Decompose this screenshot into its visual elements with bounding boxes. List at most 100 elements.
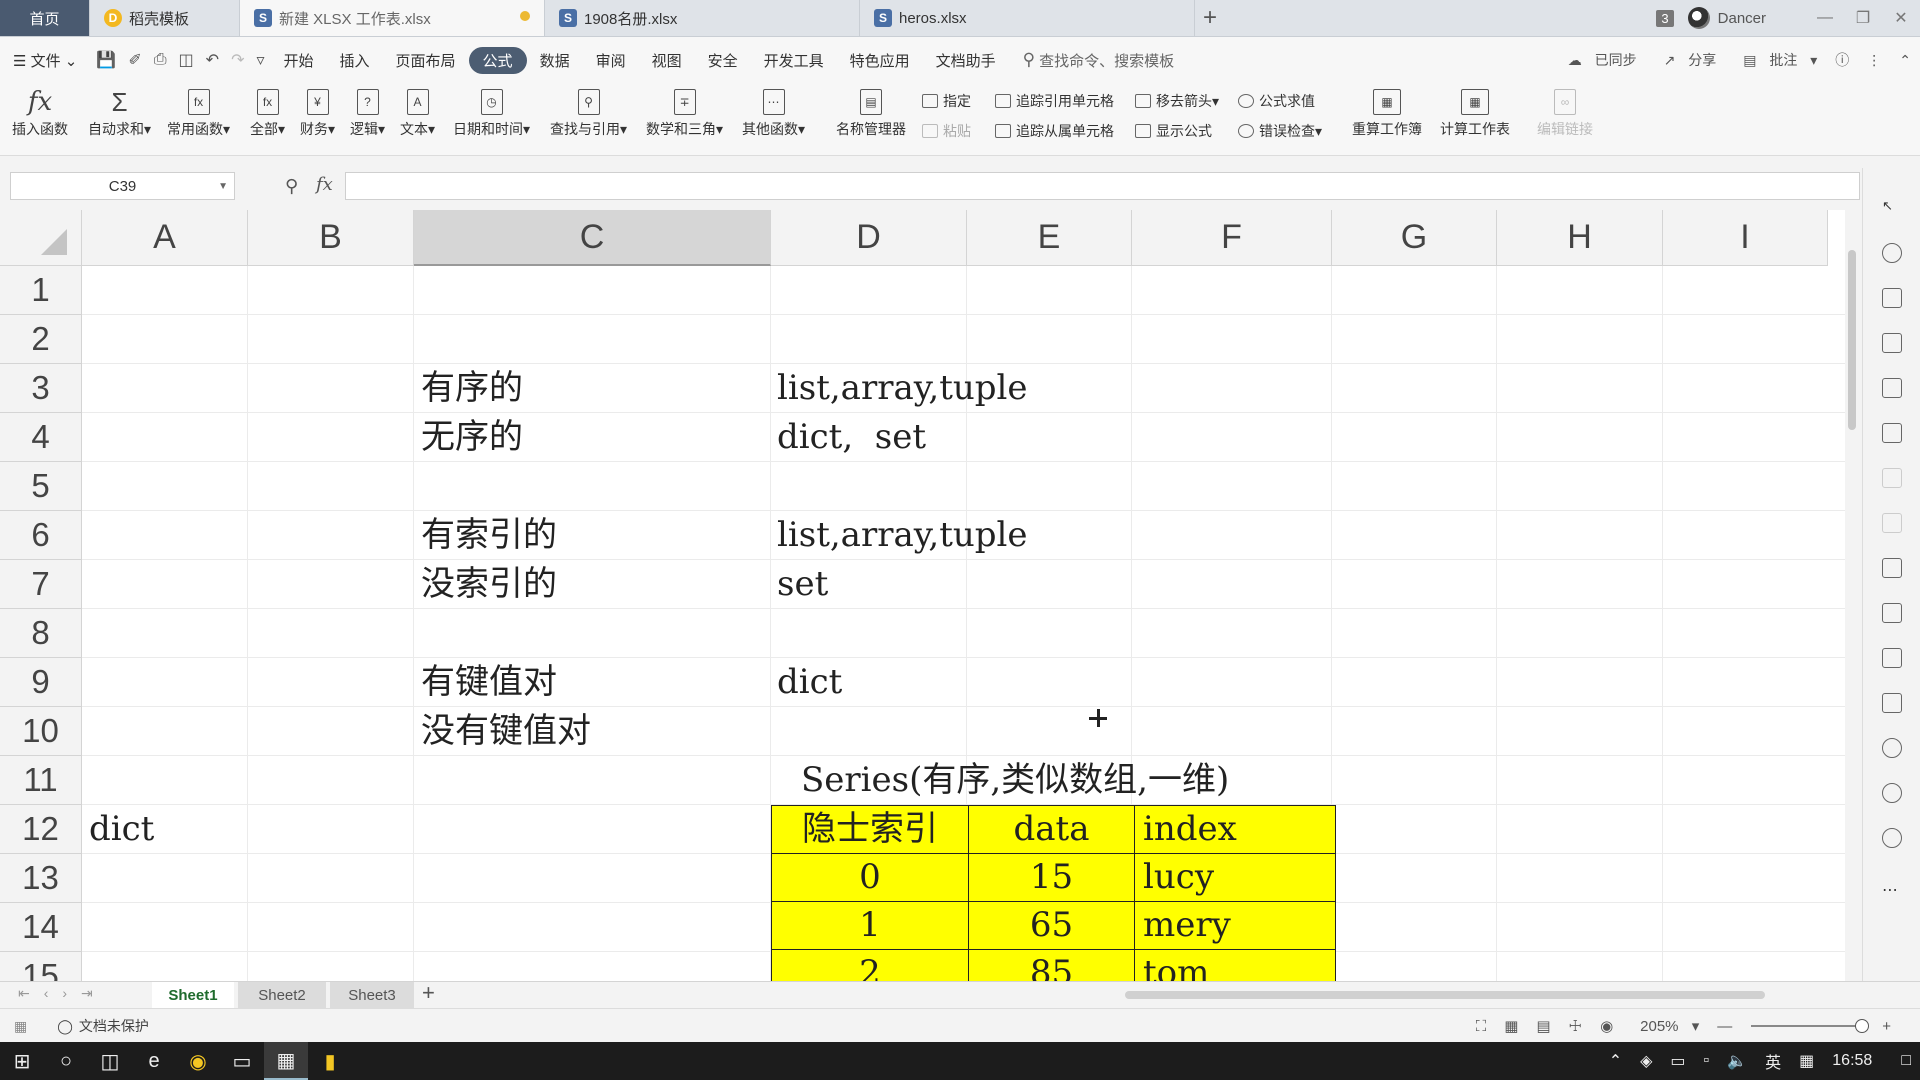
comment-button[interactable]: ▤ 批注 ▾ [1743,50,1817,70]
file-explorer-icon[interactable]: ▮ [308,1042,352,1080]
common-functions-button[interactable]: fx 常用函数▾ [167,85,230,139]
tab-home[interactable]: 首页 [0,0,90,36]
style-icon[interactable] [1882,288,1902,308]
tab-1908-roster[interactable]: S 1908名册.xlsx [545,0,860,36]
logical-button[interactable]: ? 逻辑▾ [350,85,385,139]
menu-page-layout[interactable]: 页面布局 [383,50,469,71]
cell-d6[interactable]: list,array,tuple [777,511,1028,560]
row-header-7[interactable]: 7 [0,560,82,609]
menu-special[interactable]: 特色应用 [837,50,923,71]
table-cell[interactable]: tom [1134,949,1336,981]
evaluate-formula-button[interactable]: 公式求值 [1238,91,1315,111]
edge-browser-icon[interactable]: e [132,1042,176,1080]
cell-c7[interactable]: 没索引的 [421,560,557,609]
calculate-sheet-button[interactable]: ▦ 计算工作表 [1440,85,1510,139]
print-preview-icon[interactable]: ◫ [179,50,194,70]
format-painter-icon[interactable]: ✐ [128,50,141,70]
cell-c6[interactable]: 有索引的 [421,511,557,560]
row-header-6[interactable]: 6 [0,511,82,560]
row-header-13[interactable]: 13 [0,854,82,903]
zoom-level[interactable]: 205% ▾ [1631,1017,1699,1035]
apps-grid-icon[interactable] [1882,378,1902,398]
history-icon[interactable] [1882,783,1902,803]
show-formulas-button[interactable]: 显示公式 [1135,121,1212,141]
row-header-12[interactable]: 12 [0,805,82,854]
sheet-tab-sheet3[interactable]: Sheet3 [330,982,414,1008]
close-icon[interactable]: ✕ [1882,8,1920,28]
new-tab-button[interactable]: + [1195,0,1225,36]
print-icon[interactable]: ⎙ [154,51,167,69]
chrome-icon[interactable]: ◉ [176,1042,220,1080]
page-break-view-icon[interactable]: ☩ [1569,1017,1582,1035]
table-cell[interactable]: mery [1134,901,1336,950]
remove-arrows-button[interactable]: 移去箭头 ▾ [1135,91,1219,111]
edit-links-button[interactable]: ∞ 编辑链接 [1537,85,1593,139]
table-icon[interactable] [1882,333,1902,353]
volume-icon[interactable]: 🔈 [1727,1051,1747,1071]
table-header-data[interactable]: data [968,805,1135,854]
all-functions-button[interactable]: fx 全部▾ [250,85,285,139]
shapes-icon[interactable] [1882,243,1902,263]
table-cell[interactable]: lucy [1134,853,1336,902]
select-all-corner[interactable] [0,210,82,266]
ime-indicator[interactable]: 英 [1765,1049,1781,1073]
autosum-button[interactable]: Σ 自动求和▾ [88,85,151,139]
page-layout-view-icon[interactable]: ▤ [1536,1017,1550,1035]
row-header-8[interactable]: 8 [0,609,82,658]
chart-icon[interactable] [1882,423,1902,443]
image-icon[interactable] [1882,693,1902,713]
tray-expand-icon[interactable]: ⌃ [1609,1051,1622,1071]
fullscreen-icon[interactable]: ⛶ [1476,1018,1487,1035]
select-pointer-icon[interactable]: ↖ [1882,198,1902,218]
trace-precedents-button[interactable]: 追踪引用单元格 [995,91,1114,111]
filter-icon[interactable] [1882,468,1902,488]
restore-icon[interactable]: ❐ [1844,8,1882,28]
menu-data[interactable]: 数据 [527,50,583,71]
sync-status[interactable]: ☁ 已同步 [1568,50,1646,70]
cell-c10[interactable]: 没有键值对 [421,707,591,756]
zoom-slider[interactable] [1751,1019,1870,1033]
table-cell[interactable]: 65 [968,901,1135,950]
row-header-4[interactable]: 4 [0,413,82,462]
more-icon[interactable]: ⋮ [1867,52,1881,69]
cell-a12[interactable]: dict [89,805,154,854]
terminal-icon[interactable]: ▭ [220,1042,264,1080]
insert-function-button[interactable]: fx 插入函数 [12,85,68,139]
shield-icon[interactable] [1882,738,1902,758]
spreadsheet-grid[interactable]: A B C D E F G H I 1 2 3 4 5 6 7 8 9 10 1… [0,210,1845,981]
sheet-tab-sheet2[interactable]: Sheet2 [238,982,326,1008]
table-header-implicit-index[interactable]: 隐士索引 [771,805,969,854]
cell-c4[interactable]: 无序的 [421,413,523,462]
eye-protection-icon[interactable]: ◉ [1600,1017,1613,1035]
formula-input[interactable] [345,172,1860,200]
row-header-2[interactable]: 2 [0,315,82,364]
file-menu[interactable]: ☰ 文件 ⌄ [0,50,90,71]
minimize-icon[interactable]: — [1806,9,1844,27]
save-icon[interactable]: 💾 [96,50,116,70]
row-header-9[interactable]: 9 [0,658,82,707]
row-header-5[interactable]: 5 [0,462,82,511]
clock[interactable]: 16:58 [1832,1052,1872,1070]
text-functions-button[interactable]: A 文本▾ [400,85,435,139]
collapse-ribbon-icon[interactable]: ⌃ [1899,52,1911,69]
document-protection-status[interactable]: 文档未保护 [79,1016,149,1036]
vertical-scrollbar[interactable] [1845,210,1859,981]
cell-c3[interactable]: 有序的 [421,364,523,413]
network-icon[interactable]: ▫ [1704,1052,1710,1070]
table-cell[interactable]: 15 [968,853,1135,902]
date-time-button[interactable]: ◷ 日期和时间▾ [453,85,530,139]
trace-dependents-button[interactable]: 追踪从属单元格 [995,121,1114,141]
table-cell[interactable]: 1 [771,901,969,950]
macro-icon[interactable]: ▦ [14,1018,27,1035]
name-manager-button[interactable]: ▤ 名称管理器 [836,85,906,139]
math-trig-button[interactable]: ∓ 数学和三角▾ [646,85,723,139]
add-sheet-button[interactable]: + [422,980,435,1006]
undo-icon[interactable]: ↶ [206,50,219,70]
tray-app-icon[interactable]: ◈ [1640,1051,1652,1071]
menu-review[interactable]: 审阅 [583,50,639,71]
financial-button[interactable]: ¥ 财务▾ [300,85,335,139]
table-cell[interactable]: 85 [968,949,1135,981]
keyboard-icon[interactable]: ▦ [1799,1051,1814,1071]
archive-icon[interactable] [1882,648,1902,668]
table-cell[interactable]: 0 [771,853,969,902]
